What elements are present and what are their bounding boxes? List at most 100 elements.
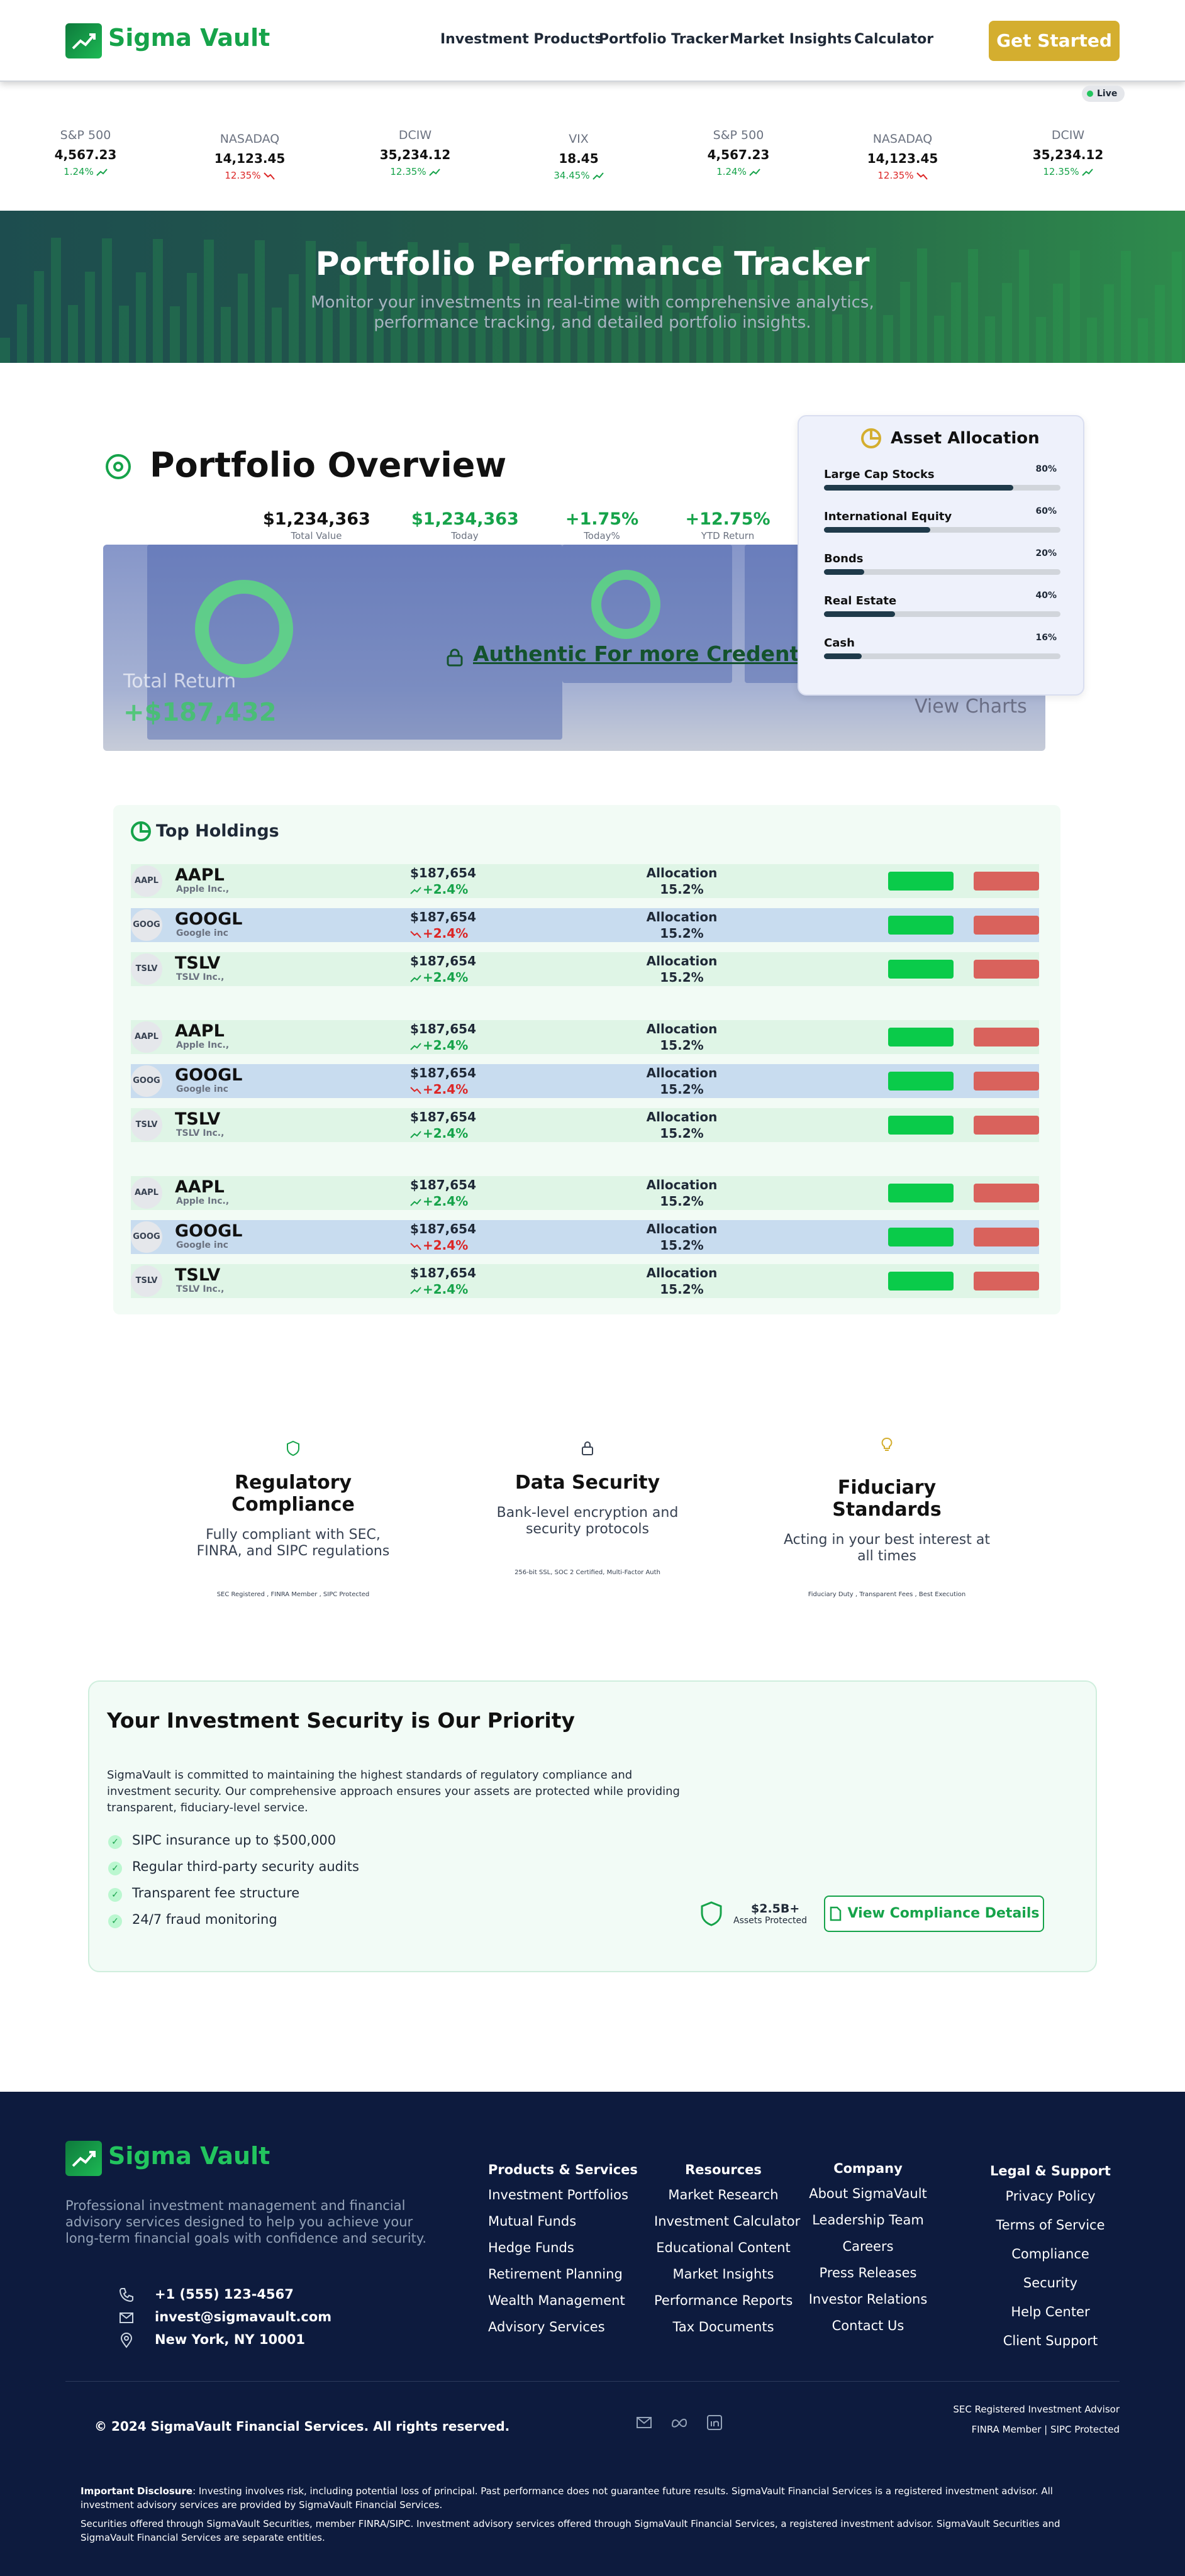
sell-button[interactable] (974, 1116, 1039, 1135)
sell-button[interactable] (974, 1228, 1039, 1246)
footer-link-company[interactable]: Contact Us (805, 2318, 931, 2333)
footer-link-products[interactable]: Mutual Funds (488, 2214, 638, 2229)
ticker-change: 12.35% (1005, 166, 1131, 177)
holding-row[interactable]: GOOG GOOGL Google inc $187,654 +2.4% Allocati… (131, 1220, 1039, 1254)
sell-button[interactable] (974, 1184, 1039, 1202)
footer-link-company[interactable]: Leadership Team (805, 2212, 931, 2228)
meta-icon[interactable] (670, 2414, 688, 2431)
footer-link-company[interactable]: Press Releases (805, 2265, 931, 2280)
footer-link-resources[interactable]: Investment Calculator (654, 2214, 800, 2229)
buy-button[interactable] (888, 1116, 954, 1135)
sell-button[interactable] (974, 1072, 1039, 1091)
trend-up-icon (410, 1198, 421, 1206)
footer-link-legal[interactable]: Help Center (981, 2304, 1120, 2319)
sell-button[interactable] (974, 872, 1039, 891)
buy-button[interactable] (888, 960, 954, 979)
holding-row[interactable]: TSLV TSLV TSLV Inc., $187,654 +2.4% Allocatio… (131, 1264, 1039, 1298)
footer-link-products[interactable]: Retirement Planning (488, 2267, 638, 2282)
footer-link-resources[interactable]: Tax Documents (654, 2319, 793, 2334)
holding-row[interactable]: TSLV TSLV TSLV Inc., $187,654 +2.4% Allocatio… (131, 1108, 1039, 1142)
mail-icon (120, 2312, 133, 2323)
auth-credentials-link[interactable]: Authentic For more Credentials (473, 641, 840, 666)
allocation-bar (824, 527, 1060, 533)
nav-portfolio-tracker[interactable]: Portfolio Tracker (599, 31, 728, 47)
footer-link-company[interactable]: About SigmaVault (805, 2186, 931, 2201)
get-started-button[interactable]: Get Started (989, 21, 1120, 61)
ticker-item[interactable]: NASADAQ 14,123.45 12.35% (840, 132, 965, 181)
ticker-logo: AAPL (131, 1021, 162, 1053)
footer-link-legal[interactable]: Client Support (981, 2333, 1120, 2348)
holding-row[interactable]: AAPL AAPL Apple Inc., $187,654 +2.4% Allocati… (131, 1020, 1039, 1054)
sell-button[interactable] (974, 916, 1039, 935)
footer-link-legal[interactable]: Privacy Policy (981, 2189, 1120, 2204)
footer-link-company[interactable]: Careers (805, 2239, 931, 2254)
holding-ticker: TSLV (175, 953, 221, 973)
ticker-item[interactable]: NASADAQ 14,123.45 12.35% (187, 132, 313, 181)
footer-link-legal[interactable]: Terms of Service (981, 2218, 1120, 2233)
footer-link-resources[interactable]: Market Insights (654, 2267, 793, 2282)
nav-investment-products[interactable]: Investment Products (440, 31, 603, 47)
allocation-percent: 16% (1035, 633, 1057, 643)
footer-legal-column: Legal & Support Privacy Policy Terms of S… (981, 2163, 1120, 2362)
ticker-item[interactable]: DCIW 35,234.12 12.35% (1005, 128, 1131, 177)
footer-link-company[interactable]: Investor Relations (805, 2292, 931, 2307)
buy-button[interactable] (888, 1072, 954, 1091)
mail-icon[interactable] (635, 2414, 653, 2431)
holding-price: $187,654 (410, 1021, 477, 1036)
footer-link-products[interactable]: Hedge Funds (488, 2240, 638, 2255)
ticker-symbol: VIX (569, 132, 589, 146)
footer-link-products[interactable]: Advisory Services (488, 2319, 638, 2334)
footer-link-legal[interactable]: Compliance (981, 2246, 1120, 2262)
holding-change: +2.4% (410, 1282, 468, 1297)
holding-company: Google inc (176, 928, 228, 938)
allocation-item: International Equity 60% (824, 506, 1060, 533)
buy-button[interactable] (888, 1184, 954, 1202)
important-disclosure: Important Disclosure: Investing involves… (81, 2485, 1053, 2511)
footer-brand-name[interactable]: Sigma Vault (108, 2142, 270, 2170)
ticker-change: 34.45% (516, 170, 642, 181)
logo-icon[interactable] (65, 2141, 102, 2176)
footer-link-resources[interactable]: Market Research (654, 2187, 793, 2202)
sell-button[interactable] (974, 1028, 1039, 1046)
ticker-item[interactable]: S&P 500 4,567.23 1.24% (676, 128, 801, 177)
buy-button[interactable] (888, 872, 954, 891)
footer-email[interactable]: invest@sigmavault.com (155, 2309, 331, 2324)
holding-row[interactable]: AAPL AAPL Apple Inc., $187,654 +2.4% Allocati… (131, 1176, 1039, 1210)
top-holdings-title: Top Holdings (156, 821, 279, 841)
logo-icon[interactable] (65, 23, 102, 58)
ticker-item[interactable]: DCIW 35,234.12 12.35% (352, 128, 478, 177)
footer-phone[interactable]: +1 (555) 123-4567 (155, 2287, 294, 2302)
nav-calculator[interactable]: Calculator (854, 31, 933, 47)
holding-row[interactable]: AAPL AAPL Apple Inc., $187,654 +2.4% Allocati… (131, 864, 1039, 898)
buy-button[interactable] (888, 1228, 954, 1246)
shield-icon (701, 1901, 722, 1926)
holding-price: $187,654 (410, 1221, 477, 1236)
holding-price: $187,654 (410, 953, 477, 969)
trend-up-icon (428, 168, 440, 176)
buy-button[interactable] (888, 1272, 954, 1291)
feature-tags: SEC Registered , FINRA Member , SIPC Pro… (216, 1591, 370, 1598)
footer-link-products[interactable]: Wealth Management (488, 2293, 638, 2308)
sell-button[interactable] (974, 960, 1039, 979)
footer-link-legal[interactable]: Security (981, 2275, 1120, 2290)
holding-row[interactable]: GOOG GOOGL Google inc $187,654 +2.4% Allocati… (131, 1064, 1039, 1098)
asset-allocation-card: Asset Allocation Large Cap Stocks 80% Inte… (798, 415, 1084, 696)
ticker-symbol: DCIW (1051, 128, 1085, 142)
nav-market-insights[interactable]: Market Insights (730, 31, 852, 47)
trend-up-icon (1081, 168, 1093, 176)
feature-tags: Fiduciary Duty , Transparent Fees , Best… (808, 1591, 966, 1598)
sell-button[interactable] (974, 1272, 1039, 1291)
view-compliance-button[interactable]: View Compliance Details (824, 1896, 1044, 1932)
footer-link-resources[interactable]: Educational Content (654, 2240, 793, 2255)
holding-row[interactable]: TSLV TSLV TSLV Inc., $187,654 +2.4% Allocatio… (131, 952, 1039, 986)
security-body: SigmaVault is committed to maintaining t… (107, 1768, 680, 1814)
ticker-item[interactable]: S&P 500 4,567.23 1.24% (23, 128, 148, 177)
buy-button[interactable] (888, 1028, 954, 1046)
ticker-item[interactable]: VIX 18.45 34.45% (516, 132, 642, 181)
buy-button[interactable] (888, 916, 954, 935)
linkedin-icon[interactable] (706, 2414, 723, 2431)
footer-link-resources[interactable]: Performance Reports (654, 2293, 793, 2308)
brand-name[interactable]: Sigma Vault (108, 24, 270, 52)
footer-link-products[interactable]: Investment Portfolios (488, 2187, 638, 2202)
holding-row[interactable]: GOOG GOOGL Google inc $187,654 +2.4% Allocati… (131, 908, 1039, 942)
